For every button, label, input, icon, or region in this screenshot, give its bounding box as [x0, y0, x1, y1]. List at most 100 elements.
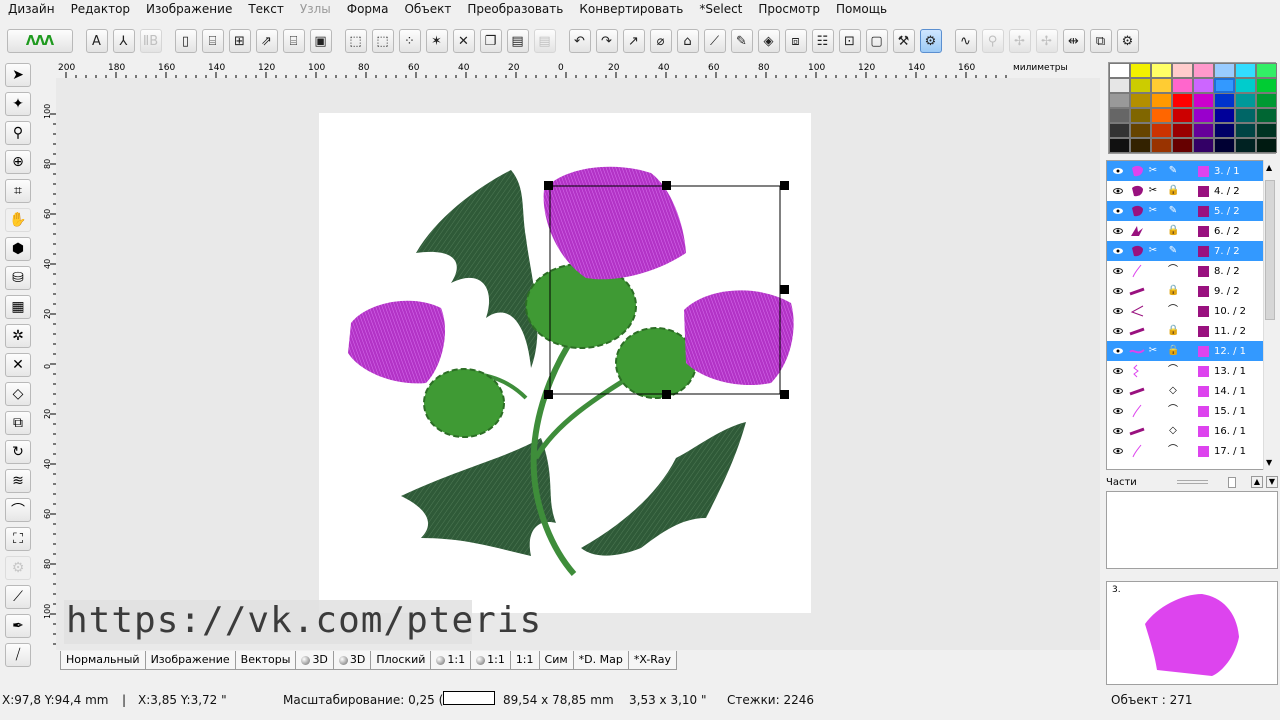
palette-swatch[interactable]	[1256, 78, 1277, 93]
sel-handle-bl[interactable]	[544, 390, 553, 399]
export-icon[interactable]: ⇗	[255, 29, 278, 53]
eye-icon[interactable]	[1113, 208, 1123, 214]
envelope-icon[interactable]: ⌂	[676, 29, 699, 53]
object-type-icon[interactable]: ✎	[1167, 245, 1179, 257]
palette-swatch[interactable]	[1109, 123, 1130, 138]
letters-disabled-icon[interactable]: ⅡB	[139, 29, 162, 53]
palette-swatch[interactable]	[1109, 78, 1130, 93]
object-row[interactable]: ⌒ 10. / 2	[1107, 301, 1275, 321]
object-row[interactable]: ◇ 14. / 1	[1107, 381, 1275, 401]
palette-swatch[interactable]	[1235, 138, 1256, 153]
cut-icon[interactable]: ✕	[452, 29, 475, 53]
palette-swatch[interactable]	[1151, 78, 1172, 93]
select-rect-icon[interactable]: ⬚	[344, 29, 367, 53]
parts-toggle[interactable]	[1228, 476, 1236, 488]
active-tool-icon[interactable]: ⚙	[919, 29, 942, 53]
menu-7[interactable]: Преобразовать	[459, 0, 571, 18]
edit-icon[interactable]: ✎	[730, 29, 753, 53]
palette-swatch[interactable]	[1214, 123, 1235, 138]
menu-0[interactable]: Дизайн	[0, 0, 63, 18]
object-row[interactable]: ✂ ✎ 5. / 2	[1107, 201, 1275, 221]
palette-swatch[interactable]	[1193, 63, 1214, 78]
object-type-icon[interactable]: 🔒	[1167, 325, 1179, 337]
object-row[interactable]: ⌒ 13. / 1	[1107, 361, 1275, 381]
view-tab-4[interactable]: 3D	[332, 651, 372, 670]
satin-icon[interactable]: ✕	[5, 352, 31, 377]
scissors-icon[interactable]	[1147, 405, 1159, 417]
sel-handle-tm[interactable]	[662, 181, 671, 190]
view-tab-9[interactable]: Сим	[538, 651, 574, 670]
copy-icon[interactable]: ❐	[479, 29, 502, 53]
select-magic-icon[interactable]: ✶	[425, 29, 448, 53]
eye-icon[interactable]	[1113, 288, 1123, 294]
eye-icon[interactable]	[1113, 248, 1123, 254]
scissors-icon[interactable]: ✂	[1147, 165, 1159, 177]
layers-icon[interactable]: ⧉	[1089, 29, 1112, 53]
pan-hand-icon[interactable]: ✋	[5, 207, 31, 232]
zoom-icon[interactable]: ⚲	[5, 120, 31, 145]
palette-swatch[interactable]	[1172, 108, 1193, 123]
palette-swatch[interactable]	[1256, 93, 1277, 108]
object-row[interactable]: ◇ 16. / 1	[1107, 421, 1275, 441]
sel-handle-bm[interactable]	[662, 390, 671, 399]
view-tab-1[interactable]: Изображение	[144, 651, 236, 670]
palette-swatch[interactable]	[1172, 138, 1193, 153]
eye-icon[interactable]	[1113, 228, 1123, 234]
monogram-icon[interactable]: ⅄	[112, 29, 135, 53]
menu-9[interactable]: *Select	[691, 0, 750, 18]
pointer-icon[interactable]: ➤	[5, 62, 31, 87]
object-type-icon[interactable]: ⌒	[1167, 445, 1179, 457]
object-list-scrollbar[interactable]: ▲ ▼	[1263, 160, 1276, 470]
scissors-icon[interactable]	[1147, 285, 1159, 297]
object-row[interactable]: ✂ 🔒 12. / 1	[1107, 341, 1275, 361]
object-type-icon[interactable]: 🔒	[1167, 285, 1179, 297]
eye-icon[interactable]	[1113, 168, 1123, 174]
object-row[interactable]: 🔒 9. / 2	[1107, 281, 1275, 301]
import-icon[interactable]: ⊞	[228, 29, 251, 53]
scissors-icon[interactable]	[1147, 225, 1159, 237]
scissors-icon[interactable]	[1147, 365, 1159, 377]
palette-swatch[interactable]	[1235, 108, 1256, 123]
fill-icon[interactable]: ◈	[757, 29, 780, 53]
eye-icon[interactable]	[1113, 408, 1123, 414]
parts-grip[interactable]	[1176, 480, 1209, 484]
eye-icon[interactable]	[1113, 368, 1123, 374]
shape-icon[interactable]: ⬢	[5, 236, 31, 261]
zigzag-icon[interactable]: ≋	[5, 468, 31, 493]
object-row[interactable]: ✂ ✎ 7. / 2	[1107, 241, 1275, 261]
palette-swatch[interactable]	[1256, 63, 1277, 78]
object-type-icon[interactable]: ◇	[1167, 425, 1179, 437]
palette-swatch[interactable]	[1214, 93, 1235, 108]
palette-swatch[interactable]	[1172, 78, 1193, 93]
menu-6[interactable]: Объект	[396, 0, 459, 18]
object-row[interactable]: 🔒 11. / 2	[1107, 321, 1275, 341]
eye-icon[interactable]	[1113, 308, 1123, 314]
pen-icon[interactable]: ✒	[5, 613, 31, 638]
palette-swatch[interactable]	[1214, 108, 1235, 123]
view-tab-3[interactable]: 3D	[295, 651, 334, 670]
reshape-icon[interactable]: ↗	[622, 29, 645, 53]
view-tab-2[interactable]: Векторы	[234, 651, 297, 670]
object-row[interactable]: ⌒ 17. / 1	[1107, 441, 1275, 461]
object-type-icon[interactable]: ✎	[1167, 205, 1179, 217]
palette-swatch[interactable]	[1235, 63, 1256, 78]
menu-2[interactable]: Изображение	[138, 0, 240, 18]
zoom-in-icon[interactable]: ⊕	[5, 149, 31, 174]
scissors-icon[interactable]: ✂	[1147, 205, 1159, 217]
disabled-b-icon[interactable]: ✢	[1008, 29, 1031, 53]
gear-icon[interactable]: ⚙	[5, 555, 31, 580]
object-type-icon[interactable]: ⌒	[1167, 265, 1179, 277]
menu-1[interactable]: Редактор	[63, 0, 138, 18]
embroidery-design[interactable]	[56, 78, 1100, 650]
palette-swatch[interactable]	[1256, 138, 1277, 153]
palette-swatch[interactable]	[1151, 123, 1172, 138]
sel-handle-tr[interactable]	[780, 181, 789, 190]
open-icon[interactable]: ⌸	[201, 29, 224, 53]
paste-disabled-icon[interactable]: ▤	[533, 29, 556, 53]
parts-down-icon[interactable]: ▼	[1265, 476, 1279, 488]
crop-icon[interactable]: ⌗	[5, 178, 31, 203]
scissors-icon[interactable]	[1147, 325, 1159, 337]
view-tab-8[interactable]: 1:1	[509, 651, 540, 670]
stitch-list-icon[interactable]: ☷	[811, 29, 834, 53]
palette-swatch[interactable]	[1109, 63, 1130, 78]
